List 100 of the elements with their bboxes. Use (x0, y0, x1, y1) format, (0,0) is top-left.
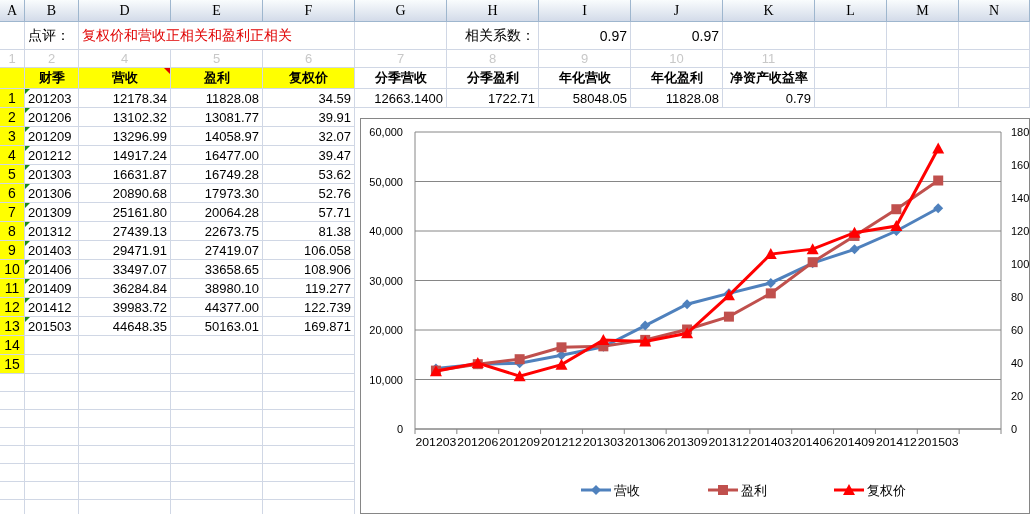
spreadsheet-cell[interactable] (887, 68, 959, 89)
table-cell[interactable]: 122.739 (263, 298, 355, 317)
spreadsheet-cell[interactable] (79, 336, 171, 355)
row-number[interactable]: 5 (0, 165, 25, 184)
column-title[interactable]: 分季盈利 (447, 68, 539, 89)
correlation-value[interactable]: 0.97 (539, 22, 631, 50)
column-header[interactable]: G (355, 0, 447, 22)
table-cell[interactable]: 39.47 (263, 146, 355, 165)
spreadsheet-cell[interactable] (171, 392, 263, 410)
spreadsheet-cell[interactable] (79, 428, 171, 446)
spreadsheet-cell[interactable] (959, 50, 1030, 68)
column-title[interactable]: 财季 (25, 68, 79, 89)
column-header[interactable]: M (887, 0, 959, 22)
table-cell[interactable]: 27419.07 (171, 241, 263, 260)
table-cell[interactable]: 39.91 (263, 108, 355, 127)
spreadsheet-cell[interactable] (887, 89, 959, 108)
table-cell[interactable]: 12178.34 (79, 89, 171, 108)
spreadsheet-cell[interactable] (263, 428, 355, 446)
spreadsheet-cell[interactable] (171, 374, 263, 392)
spreadsheet-cell[interactable] (815, 89, 887, 108)
table-cell[interactable]: 20064.28 (171, 203, 263, 222)
column-title[interactable]: 营收 (79, 68, 171, 89)
correlation-value[interactable]: 0.97 (631, 22, 723, 50)
spreadsheet-cell[interactable] (263, 392, 355, 410)
table-cell[interactable]: 33497.07 (79, 260, 171, 279)
table-cell[interactable]: 29471.91 (79, 241, 171, 260)
spreadsheet-cell[interactable] (0, 22, 25, 50)
table-cell[interactable]: 38980.10 (171, 279, 263, 298)
table-cell[interactable]: 39983.72 (79, 298, 171, 317)
spreadsheet-cell[interactable] (887, 50, 959, 68)
spreadsheet-cell[interactable] (0, 392, 25, 410)
table-cell[interactable]: 14058.97 (171, 127, 263, 146)
table-cell[interactable]: 201209 (25, 127, 79, 146)
table-cell[interactable]: 0.79 (723, 89, 815, 108)
spreadsheet-cell[interactable] (0, 464, 25, 482)
row-number[interactable]: 6 (0, 184, 25, 203)
table-cell[interactable]: 201312 (25, 222, 79, 241)
spreadsheet-cell[interactable] (25, 482, 79, 500)
spreadsheet-cell[interactable] (25, 446, 79, 464)
row-number[interactable]: 10 (0, 260, 25, 279)
spreadsheet-cell[interactable] (25, 428, 79, 446)
table-cell[interactable]: 81.38 (263, 222, 355, 241)
spreadsheet-cell[interactable] (79, 355, 171, 374)
spreadsheet-cell[interactable] (0, 446, 25, 464)
spreadsheet-cell[interactable] (815, 50, 887, 68)
table-cell[interactable]: 16749.28 (171, 165, 263, 184)
table-cell[interactable]: 169.871 (263, 317, 355, 336)
table-cell[interactable]: 53.62 (263, 165, 355, 184)
spreadsheet-cell[interactable] (887, 22, 959, 50)
column-header[interactable]: D (79, 0, 171, 22)
table-cell[interactable]: 108.906 (263, 260, 355, 279)
table-cell[interactable]: 22673.75 (171, 222, 263, 241)
spreadsheet-cell[interactable] (959, 89, 1030, 108)
spreadsheet-cell[interactable] (263, 355, 355, 374)
spreadsheet-cell[interactable] (723, 22, 815, 50)
spreadsheet-cell[interactable] (79, 446, 171, 464)
row-number[interactable]: 3 (0, 127, 25, 146)
table-cell[interactable]: 50163.01 (171, 317, 263, 336)
column-title[interactable]: 分季营收 (355, 68, 447, 89)
table-cell[interactable]: 27439.13 (79, 222, 171, 241)
column-header[interactable]: H (447, 0, 539, 22)
table-cell[interactable]: 14917.24 (79, 146, 171, 165)
table-cell[interactable]: 52.76 (263, 184, 355, 203)
spreadsheet-cell[interactable] (171, 464, 263, 482)
spreadsheet-cell[interactable] (0, 374, 25, 392)
spreadsheet-cell[interactable] (0, 410, 25, 428)
column-header[interactable]: B (25, 0, 79, 22)
column-header[interactable]: K (723, 0, 815, 22)
spreadsheet-cell[interactable] (815, 22, 887, 50)
column-header[interactable]: E (171, 0, 263, 22)
table-cell[interactable]: 17973.30 (171, 184, 263, 203)
table-cell[interactable]: 32.07 (263, 127, 355, 146)
table-cell[interactable]: 16631.87 (79, 165, 171, 184)
column-header[interactable]: J (631, 0, 723, 22)
table-cell[interactable]: 201409 (25, 279, 79, 298)
spreadsheet-cell[interactable] (25, 392, 79, 410)
table-cell[interactable]: 106.058 (263, 241, 355, 260)
comment-text[interactable]: 复权价和营收正相关和盈利正相关 (79, 22, 355, 50)
column-title[interactable]: 盈利 (171, 68, 263, 89)
table-cell[interactable]: 16477.00 (171, 146, 263, 165)
spreadsheet-cell[interactable] (0, 482, 25, 500)
table-cell[interactable]: 20890.68 (79, 184, 171, 203)
column-title[interactable]: 净资产收益率 (723, 68, 815, 89)
table-cell[interactable]: 44648.35 (79, 317, 171, 336)
spreadsheet-cell[interactable] (263, 336, 355, 355)
correlation-label[interactable]: 相关系数： (447, 22, 539, 50)
table-cell[interactable]: 58048.05 (539, 89, 631, 108)
table-cell[interactable]: 25161.80 (79, 203, 171, 222)
row-number[interactable]: 11 (0, 279, 25, 298)
row-number[interactable]: 2 (0, 108, 25, 127)
spreadsheet-cell[interactable] (263, 374, 355, 392)
column-title[interactable]: 年化盈利 (631, 68, 723, 89)
row-number[interactable]: 9 (0, 241, 25, 260)
table-cell[interactable]: 13102.32 (79, 108, 171, 127)
spreadsheet-cell[interactable] (263, 464, 355, 482)
table-cell[interactable]: 33658.65 (171, 260, 263, 279)
spreadsheet-cell[interactable] (79, 410, 171, 428)
table-cell[interactable]: 11828.08 (171, 89, 263, 108)
row-number[interactable]: 8 (0, 222, 25, 241)
spreadsheet-cell[interactable] (25, 410, 79, 428)
